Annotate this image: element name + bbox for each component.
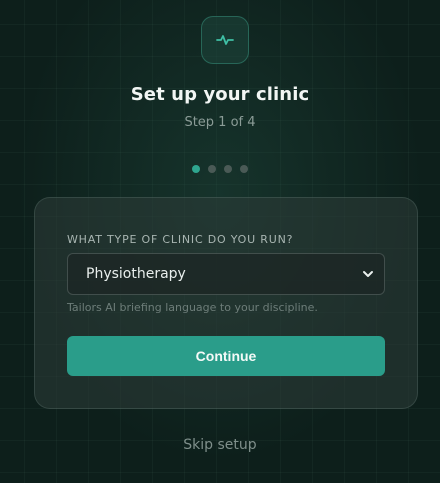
setup-card: WHAT TYPE OF CLINIC DO YOU RUN? Physioth… (34, 197, 418, 409)
clinic-type-hint: Tailors AI briefing language to your dis… (67, 301, 318, 314)
clinic-type-label: WHAT TYPE OF CLINIC DO YOU RUN? (67, 233, 294, 246)
clinic-type-selected-value: Physiotherapy (86, 266, 186, 282)
step-dot-1 (192, 165, 200, 173)
clinic-type-select[interactable]: Physiotherapy (67, 253, 385, 295)
skip-setup-link[interactable]: Skip setup (0, 437, 440, 453)
chevron-down-icon (363, 271, 373, 277)
page-title: Set up your clinic (130, 84, 310, 105)
continue-button[interactable]: Continue (67, 336, 385, 376)
step-dot-4 (240, 165, 248, 173)
step-indicator-text: Step 1 of 4 (184, 115, 256, 130)
step-progress-dots (0, 165, 440, 173)
pulse-icon (216, 35, 234, 45)
step-dot-2 (208, 165, 216, 173)
logo-tile (201, 16, 249, 64)
step-dot-3 (224, 165, 232, 173)
